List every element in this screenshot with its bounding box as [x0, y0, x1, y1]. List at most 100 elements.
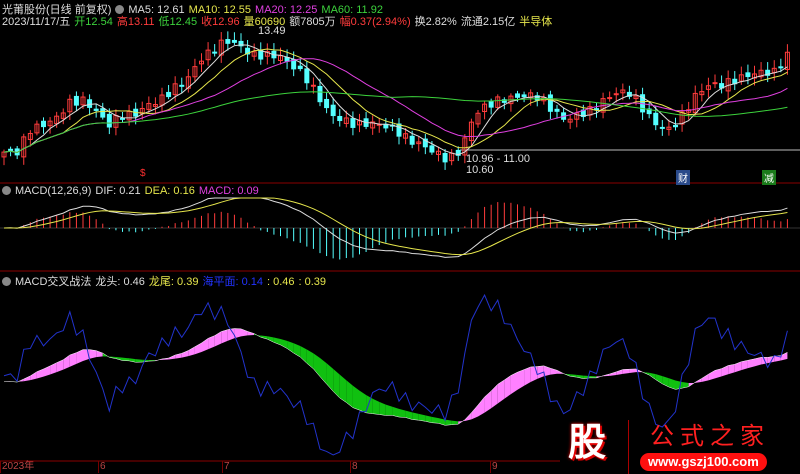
axis-label-year: 2023年 [0, 461, 35, 473]
candle-body [653, 112, 659, 126]
candle-body [310, 84, 316, 87]
cross-fill [734, 361, 742, 373]
candle-body [337, 115, 343, 122]
cross-header: MACD交叉战法 龙头: 0.46 龙尾: 0.39 海平面: 0.14: 0.46:… [2, 273, 330, 289]
dea-line [3, 197, 788, 256]
cross-fill [622, 369, 630, 374]
candle-body [304, 68, 310, 84]
cross-fill [359, 390, 367, 413]
chart-canvas[interactable] [0, 0, 800, 474]
cross-fill [280, 338, 288, 349]
cross-fill [399, 408, 406, 418]
cross-fill [668, 378, 676, 390]
low-annotation: 10.60 [466, 164, 494, 176]
cross-fill [708, 370, 715, 381]
candle-body [659, 126, 665, 129]
candle-body [488, 100, 494, 108]
reduce-marker[interactable]: 减 [762, 170, 776, 185]
cross-fill [339, 374, 347, 403]
cross-fill [405, 410, 413, 420]
candle-body [284, 57, 290, 62]
cross-fill [56, 359, 64, 373]
macd-header: MACD(12,26,9) DIF: 0.21 DEA: 0.16 MACD: 0.0… [2, 185, 263, 197]
candle-body [41, 120, 46, 128]
candle-body [613, 93, 619, 96]
cross-settings-icon[interactable] [2, 277, 11, 286]
candle-body [231, 39, 237, 43]
candle-body [350, 118, 356, 128]
candle-body [8, 148, 14, 151]
cross-fill [221, 329, 228, 344]
logo-url: www.gszj100.com [640, 453, 767, 471]
cross-fill [517, 369, 525, 390]
candle-body [607, 97, 613, 100]
dollar-marker[interactable]: $ [138, 168, 148, 179]
watermark-logo: 股 公式之家 www.gszj100.com [560, 420, 800, 474]
candle-body [745, 72, 751, 78]
cross-fill [616, 369, 623, 376]
candle-body [429, 145, 435, 153]
candle-body [521, 94, 527, 98]
candle-body [324, 98, 330, 109]
cross-fill [524, 366, 531, 386]
candle-body [442, 152, 448, 163]
candle-body [712, 82, 718, 85]
cross-fill [379, 401, 386, 416]
candle-body [554, 108, 560, 112]
cross-fill [431, 416, 439, 424]
head-value: 龙头: 0.46 [95, 276, 145, 288]
sea-value: 海平面: 0.14 [202, 276, 263, 288]
candle-body [396, 123, 402, 137]
cross-fill [385, 404, 393, 416]
candle-body [330, 104, 336, 117]
cross-fill [412, 412, 419, 421]
candle-body [212, 51, 218, 54]
logo-name: 公式之家 [650, 422, 770, 450]
cross-fill [629, 368, 636, 373]
candle-body [547, 94, 553, 112]
cross-fill [135, 359, 143, 363]
candle-body [594, 108, 599, 111]
macd-value: MACD: 0.09 [198, 185, 259, 197]
dif-value: DIF: 0.21 [95, 185, 141, 197]
cross-fill [504, 375, 511, 399]
axis-label-aug: 8 [350, 461, 358, 473]
cross-fill [30, 371, 37, 381]
value-2: : 0.39 [298, 276, 327, 288]
macd-settings-icon[interactable] [2, 186, 11, 195]
finance-marker[interactable]: 财 [676, 170, 690, 185]
candle-body [258, 50, 264, 60]
high-annotation: 13.49 [258, 25, 286, 37]
candle-body [120, 117, 125, 120]
cross-fill [333, 368, 340, 398]
cross-fill [313, 353, 320, 377]
axis-label-jul: 7 [222, 461, 230, 473]
candle-body [778, 66, 784, 69]
cross-fill [530, 366, 538, 382]
logo-char: 股 [568, 422, 607, 464]
cross-fill [287, 340, 294, 354]
axis-label-jun: 6 [98, 461, 106, 473]
candle-body [409, 135, 415, 145]
cross-fill [701, 374, 709, 382]
cross-fill [352, 385, 360, 411]
tail-value: 龙尾: 0.39 [148, 276, 199, 288]
candle-body [317, 85, 323, 103]
candle-body [100, 108, 106, 118]
cross-fill [589, 376, 597, 378]
macd-title: MACD(12,26,9) [15, 185, 92, 197]
cross-fill [366, 395, 373, 414]
cross-fill [181, 350, 189, 358]
cross-fill [300, 346, 307, 364]
cross-fill [326, 363, 334, 392]
cross-fill [471, 405, 478, 420]
candle-body [87, 99, 93, 108]
cross-fill [510, 372, 518, 395]
value-1: : 0.46 [266, 276, 295, 288]
cross-fill [741, 360, 748, 371]
cross-fill [267, 336, 274, 343]
cross-fill [89, 349, 97, 359]
cross-fill [478, 396, 485, 417]
cross-fill [76, 349, 83, 364]
candle-body [93, 108, 99, 111]
